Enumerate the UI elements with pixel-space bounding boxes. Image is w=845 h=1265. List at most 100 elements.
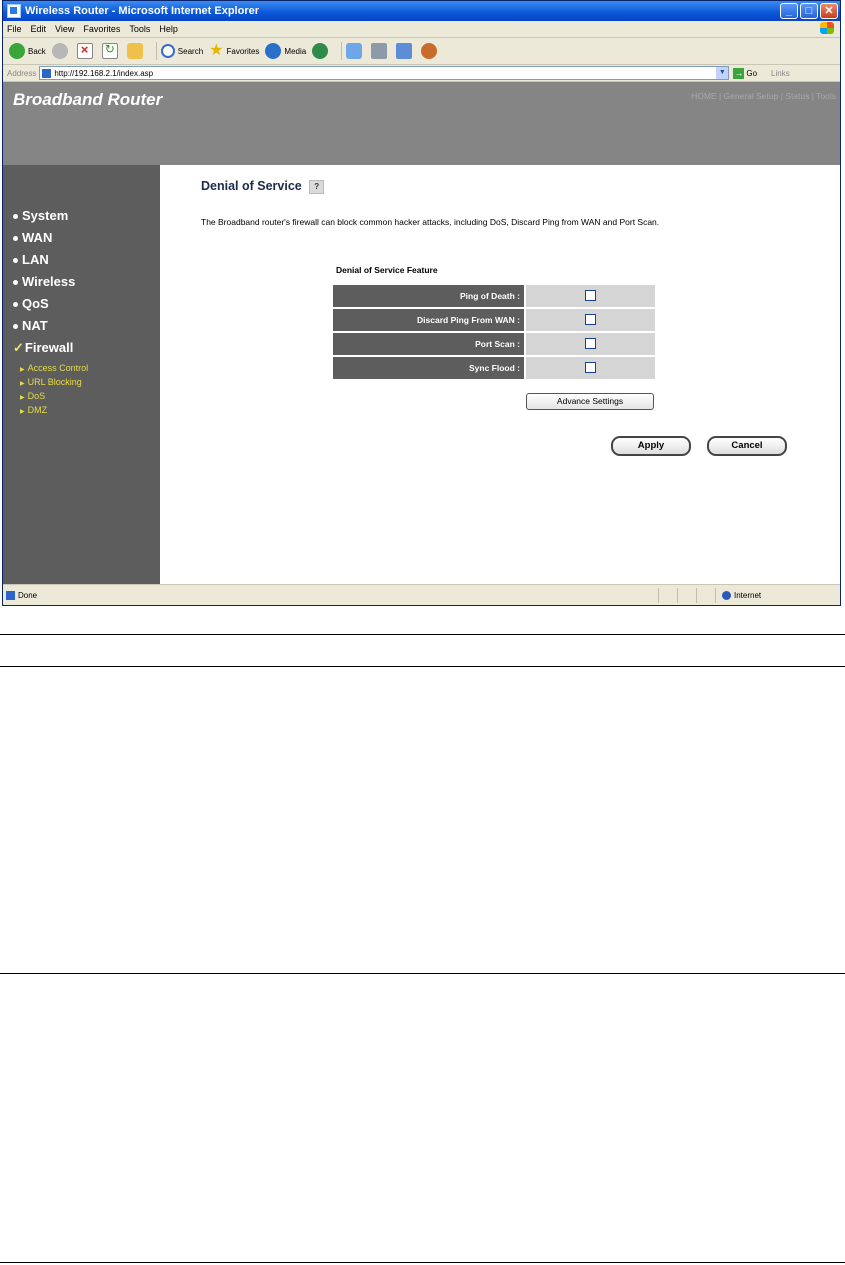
sidebar-item-label: LAN — [22, 252, 49, 267]
media-label: Media — [284, 46, 307, 56]
help-icon[interactable]: ? — [309, 179, 325, 194]
minimize-button[interactable]: _ — [780, 3, 798, 19]
triangle-right-icon: ▶ — [20, 381, 25, 387]
address-bar: Address http://192.168.2.1/index.asp ▼ →… — [3, 65, 840, 82]
status-cell — [696, 587, 715, 603]
home-button[interactable] — [126, 43, 146, 59]
toolbar: Back Search ★ Favorites Media — [3, 38, 840, 65]
discard-ping-checkbox[interactable] — [585, 314, 596, 326]
row-label: Port Scan : — [333, 333, 524, 355]
row-value — [526, 285, 655, 307]
stop-icon — [76, 42, 93, 59]
home-icon — [126, 43, 143, 59]
section-title: Denial of Service Feature — [336, 265, 438, 275]
forward-button[interactable] — [51, 43, 71, 59]
favorites-button[interactable]: ★ Favorites — [209, 43, 259, 59]
sidebar-subitem-label: Access Control — [27, 363, 89, 373]
links-button[interactable]: Links — [771, 69, 790, 78]
triangle-right-icon: ▶ — [20, 409, 25, 415]
page-description: The Broadband router's firewall can bloc… — [201, 217, 660, 227]
divider-line — [0, 973, 845, 974]
history-icon — [312, 43, 329, 59]
back-arrow-icon — [9, 43, 25, 59]
port-scan-checkbox[interactable] — [585, 338, 596, 350]
media-icon — [265, 43, 282, 59]
printer-icon — [371, 43, 388, 59]
menu-favorites[interactable]: Favorites — [83, 24, 120, 34]
sidebar-subitem-dmz[interactable]: ▶ DMZ — [20, 405, 47, 415]
search-button[interactable]: Search — [160, 44, 203, 58]
globe-icon — [722, 590, 731, 600]
window-title: Wireless Router - Microsoft Internet Exp… — [25, 5, 260, 17]
menu-edit[interactable]: Edit — [31, 24, 47, 34]
status-cell — [658, 587, 677, 603]
chevron-down-icon[interactable]: ▼ — [716, 67, 729, 79]
forward-arrow-icon — [51, 43, 68, 59]
bullet-icon — [13, 280, 18, 286]
sidebar-item-wan[interactable]: WAN — [13, 230, 52, 245]
go-button[interactable]: → Go — [733, 67, 758, 79]
row-value — [526, 357, 655, 379]
sidebar-item-qos[interactable]: QoS — [13, 296, 49, 311]
mail-icon — [346, 43, 363, 59]
star-icon: ★ — [209, 42, 224, 59]
windows-logo-icon — [820, 22, 834, 34]
history-button[interactable] — [312, 43, 331, 59]
messenger-icon — [421, 43, 438, 59]
row-label: Sync Flood : — [333, 357, 524, 379]
page-title-text: Denial of Service — [201, 179, 302, 193]
sidebar-item-label: QoS — [22, 296, 49, 311]
checkmark-icon: ✓ — [13, 340, 24, 355]
stop-button[interactable] — [76, 42, 96, 59]
security-zone: Internet — [715, 587, 840, 603]
toolbar-divider — [155, 42, 157, 60]
edit-button[interactable] — [396, 43, 415, 59]
sidebar-subitem-label: URL Blocking — [27, 377, 82, 387]
divider-line — [0, 634, 845, 635]
apply-button[interactable]: Apply — [611, 436, 691, 456]
table-row: Sync Flood : — [333, 357, 655, 379]
maximize-button[interactable]: □ — [800, 3, 818, 19]
ping-of-death-checkbox[interactable] — [585, 290, 596, 302]
address-label: Address — [7, 68, 37, 78]
menu-tools[interactable]: Tools — [129, 24, 150, 34]
sidebar-subitem-label: DoS — [27, 391, 46, 401]
table-row: Port Scan : — [333, 333, 655, 355]
sidebar-subitem-dos[interactable]: ▶ DoS — [20, 391, 45, 401]
sidebar-item-system[interactable]: System — [13, 208, 68, 223]
sidebar-subitem-url-blocking[interactable]: ▶ URL Blocking — [20, 377, 82, 387]
table-row: Ping of Death : — [333, 285, 655, 307]
print-button[interactable] — [371, 43, 390, 59]
address-input[interactable]: http://192.168.2.1/index.asp ▼ — [39, 66, 730, 80]
row-label: Discard Ping From WAN : — [333, 309, 524, 331]
menu-help[interactable]: Help — [159, 24, 178, 34]
menu-file[interactable]: File — [7, 24, 22, 34]
sidebar-item-firewall[interactable]: ✓Firewall — [13, 340, 73, 356]
search-icon — [160, 44, 175, 58]
title-bar: Wireless Router - Microsoft Internet Exp… — [3, 1, 840, 21]
router-header: Broadband Router HOME | General Setup | … — [3, 82, 840, 165]
table-row: Discard Ping From WAN : — [333, 309, 655, 331]
cancel-button[interactable]: Cancel — [707, 436, 787, 456]
sidebar-item-nat[interactable]: NAT — [13, 318, 48, 333]
close-button[interactable]: ✕ — [820, 3, 838, 19]
top-nav[interactable]: HOME | General Setup | Status | Tools — [691, 91, 836, 101]
advance-settings-button[interactable]: Advance Settings — [526, 393, 654, 410]
sidebar-subitem-access-control[interactable]: ▶ Access Control — [20, 363, 88, 373]
sync-flood-checkbox[interactable] — [585, 362, 596, 374]
back-button[interactable]: Back — [9, 43, 46, 59]
sidebar-item-wireless[interactable]: Wireless — [13, 274, 75, 289]
bullet-icon — [13, 214, 18, 220]
menu-view[interactable]: View — [55, 24, 74, 34]
go-label: Go — [746, 68, 758, 78]
media-button[interactable]: Media — [265, 43, 306, 59]
refresh-button[interactable] — [101, 42, 121, 59]
messenger-button[interactable] — [421, 43, 440, 59]
mail-button[interactable] — [346, 43, 365, 59]
dos-feature-table: Ping of Death : Discard Ping From WAN : … — [331, 283, 657, 381]
divider-line — [0, 666, 845, 667]
sidebar-item-lan[interactable]: LAN — [13, 252, 49, 267]
triangle-right-icon: ▶ — [20, 395, 25, 401]
status-cell — [677, 587, 696, 603]
sidebar: System WAN LAN Wireless QoS NAT ✓Firewal… — [3, 165, 160, 585]
